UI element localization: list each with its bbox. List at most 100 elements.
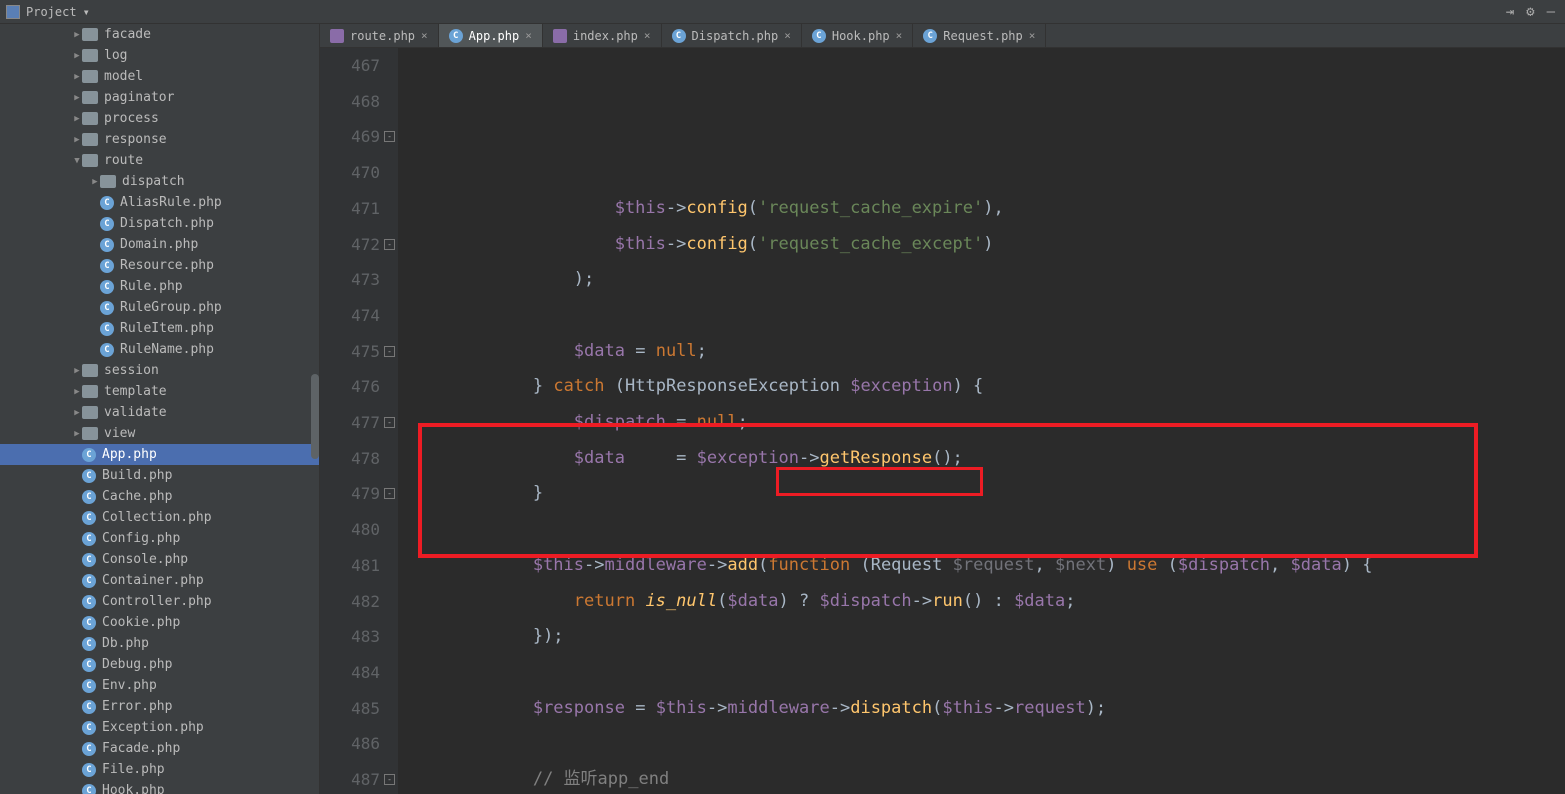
tree-file[interactable]: CRuleItem.php (0, 318, 319, 339)
tree-file[interactable]: CError.php (0, 696, 319, 717)
tree-file[interactable]: CController.php (0, 591, 319, 612)
tree-file[interactable]: CCache.php (0, 486, 319, 507)
tree-file[interactable]: CDb.php (0, 633, 319, 654)
code-line[interactable]: $dispatch = null; (410, 405, 1565, 441)
folder-icon (82, 364, 98, 377)
tree-file[interactable]: CEnv.php (0, 675, 319, 696)
tree-file[interactable]: CDebug.php (0, 654, 319, 675)
fold-toggle-icon[interactable]: - (384, 488, 395, 499)
project-sidebar[interactable]: facadelogmodelpaginatorprocessresponsero… (0, 24, 320, 794)
tree-folder[interactable]: log (0, 45, 319, 66)
tree-folder[interactable]: response (0, 129, 319, 150)
editor-tab[interactable]: index.php× (543, 24, 662, 47)
code-editor[interactable]: ------ 467468469470471472473474475476477… (320, 48, 1565, 794)
tree-file[interactable]: CRule.php (0, 276, 319, 297)
code-line[interactable]: } catch (HttpResponseException $exceptio… (410, 369, 1565, 405)
fold-toggle-icon[interactable]: - (384, 774, 395, 785)
code-content[interactable]: $this->config('request_cache_expire'), $… (398, 48, 1565, 794)
tree-folder[interactable]: view (0, 423, 319, 444)
tree-folder[interactable]: route (0, 150, 319, 171)
editor-tab[interactable]: CHook.php× (802, 24, 913, 47)
tree-folder[interactable]: facade (0, 24, 319, 45)
expand-arrow-icon[interactable] (72, 156, 82, 166)
fold-toggle-icon[interactable]: - (384, 346, 395, 357)
expand-arrow-icon[interactable] (72, 366, 82, 376)
tree-file[interactable]: CException.php (0, 717, 319, 738)
editor-tab[interactable]: route.php× (320, 24, 439, 47)
code-line[interactable]: }); (410, 619, 1565, 655)
expand-arrow-icon[interactable] (72, 72, 82, 82)
tree-file[interactable]: CCollection.php (0, 507, 319, 528)
code-line[interactable] (410, 655, 1565, 691)
tree-file[interactable]: CAliasRule.php (0, 192, 319, 213)
editor-tab[interactable]: CRequest.php× (913, 24, 1046, 47)
php-class-icon: C (82, 700, 96, 714)
close-icon[interactable]: × (644, 29, 651, 42)
tree-folder[interactable]: validate (0, 402, 319, 423)
close-icon[interactable]: × (784, 29, 791, 42)
close-icon[interactable]: × (421, 29, 428, 42)
code-line[interactable]: $response = $this->middleware->dispatch(… (410, 691, 1565, 727)
tree-file[interactable]: CFacade.php (0, 738, 319, 759)
expand-arrow-icon[interactable] (72, 408, 82, 418)
tree-folder[interactable]: session (0, 360, 319, 381)
tree-file[interactable]: CBuild.php (0, 465, 319, 486)
tree-file[interactable]: CContainer.php (0, 570, 319, 591)
code-line[interactable]: } (410, 476, 1565, 512)
sidebar-scrollbar[interactable] (311, 374, 319, 459)
tree-file[interactable]: CConfig.php (0, 528, 319, 549)
collapse-icon[interactable]: ⇥ (1506, 4, 1514, 20)
code-line[interactable] (410, 726, 1565, 762)
fold-toggle-icon[interactable]: - (384, 131, 395, 142)
code-line[interactable]: $data = $exception->getResponse(); (410, 441, 1565, 477)
editor-tab[interactable]: CApp.php× (439, 24, 543, 47)
tree-folder[interactable]: template (0, 381, 319, 402)
tree-folder[interactable]: process (0, 108, 319, 129)
tree-file[interactable]: CRuleGroup.php (0, 297, 319, 318)
expand-arrow-icon[interactable] (72, 51, 82, 61)
tree-file[interactable]: CDomain.php (0, 234, 319, 255)
expand-arrow-icon[interactable] (72, 114, 82, 124)
code-line[interactable] (410, 298, 1565, 334)
expand-arrow-icon[interactable] (72, 135, 82, 145)
code-line[interactable]: $this->config('request_cache_except') (410, 227, 1565, 263)
tree-file[interactable]: CCookie.php (0, 612, 319, 633)
expand-arrow-icon[interactable] (72, 387, 82, 397)
tree-file[interactable]: CConsole.php (0, 549, 319, 570)
tree-folder[interactable]: paginator (0, 87, 319, 108)
code-line[interactable] (410, 512, 1565, 548)
code-line[interactable]: // 监听app_end (410, 762, 1565, 794)
expand-arrow-icon[interactable] (72, 30, 82, 40)
tree-file[interactable]: CHook.php (0, 780, 319, 794)
close-icon[interactable]: × (896, 29, 903, 42)
tree-file[interactable]: CRuleName.php (0, 339, 319, 360)
line-number: 484 (320, 655, 380, 691)
code-line[interactable]: $data = null; (410, 334, 1565, 370)
line-number: 480 (320, 512, 380, 548)
tree-file[interactable]: CFile.php (0, 759, 319, 780)
close-icon[interactable]: × (525, 29, 532, 42)
project-dropdown-label[interactable]: Project (26, 5, 77, 19)
project-view-icon[interactable] (6, 5, 20, 19)
expand-arrow-icon[interactable] (90, 177, 100, 187)
fold-toggle-icon[interactable]: - (384, 239, 395, 250)
tree-folder[interactable]: dispatch (0, 171, 319, 192)
expand-arrow-icon[interactable] (72, 93, 82, 103)
expand-arrow-icon[interactable] (72, 429, 82, 439)
close-icon[interactable]: × (1029, 29, 1036, 42)
php-class-icon: C (82, 763, 96, 777)
minimize-icon[interactable]: — (1547, 4, 1555, 20)
code-line[interactable]: ); (410, 262, 1565, 298)
tree-folder[interactable]: model (0, 66, 319, 87)
editor-tab[interactable]: CDispatch.php× (662, 24, 802, 47)
tree-file[interactable]: CDispatch.php (0, 213, 319, 234)
php-class-icon: C (82, 553, 96, 567)
tree-file[interactable]: CResource.php (0, 255, 319, 276)
dropdown-icon[interactable]: ▾ (83, 5, 90, 19)
gear-icon[interactable]: ⚙ (1526, 4, 1534, 20)
tree-file[interactable]: CApp.php (0, 444, 319, 465)
code-line[interactable]: $this->middleware->add(function (Request… (410, 548, 1565, 584)
code-line[interactable]: $this->config('request_cache_expire'), (410, 191, 1565, 227)
code-line[interactable]: return is_null($data) ? $dispatch->run()… (410, 584, 1565, 620)
fold-toggle-icon[interactable]: - (384, 417, 395, 428)
